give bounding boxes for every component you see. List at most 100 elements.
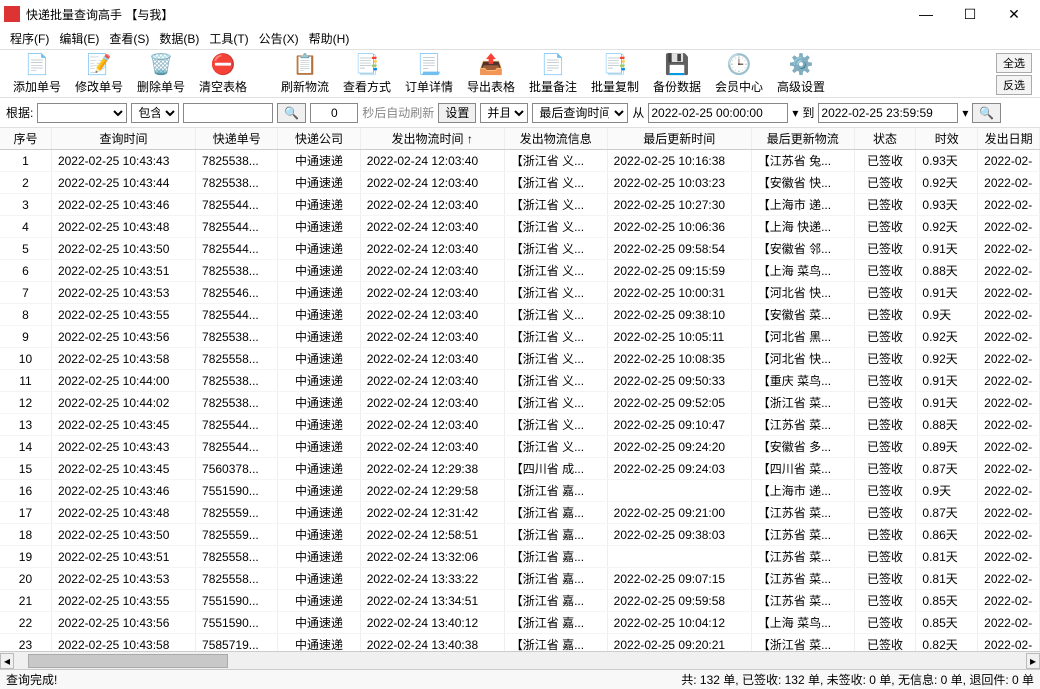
col-last-update[interactable]: 最后更新时间: [607, 128, 751, 150]
table-row[interactable]: 202022-02-25 10:43:537825558...中通速递2022-…: [0, 568, 1040, 590]
cell-send-date: 2022-02-: [978, 436, 1040, 458]
detail-button[interactable]: 📃订单详情: [398, 51, 460, 97]
table-row[interactable]: 222022-02-25 10:43:567551590...中通速递2022-…: [0, 612, 1040, 634]
filter-settings-button[interactable]: 设置: [438, 103, 476, 123]
table-row[interactable]: 62022-02-25 10:43:517825538...中通速递2022-0…: [0, 260, 1040, 282]
col-send-date[interactable]: 发出日期: [978, 128, 1040, 150]
scroll-left-icon[interactable]: ◂: [0, 653, 14, 669]
col-company[interactable]: 快递公司: [278, 128, 360, 150]
cell-duration: 0.85天: [916, 590, 978, 612]
seconds-input[interactable]: [310, 103, 358, 123]
settings-button[interactable]: ⚙️高级设置: [770, 51, 832, 97]
cell-track-no: 7551590...: [196, 612, 278, 634]
batchnote-button[interactable]: 📄批量备注: [522, 51, 584, 97]
table-row[interactable]: 102022-02-25 10:43:587825558...中通速递2022-…: [0, 348, 1040, 370]
member-button[interactable]: 🕒会员中心: [708, 51, 770, 97]
table-row[interactable]: 162022-02-25 10:43:467551590...中通速递2022-…: [0, 480, 1040, 502]
table-row[interactable]: 22022-02-25 10:43:447825538...中通速递2022-0…: [0, 172, 1040, 194]
table-row[interactable]: 232022-02-25 10:43:587585719...中通速递2022-…: [0, 634, 1040, 652]
cell-send-date: 2022-02-: [978, 304, 1040, 326]
date-to-input[interactable]: [818, 103, 958, 123]
clear-button[interactable]: ⛔清空表格: [192, 51, 254, 97]
calendar-icon[interactable]: ▾: [792, 106, 798, 120]
col-query-time[interactable]: 查询时间: [51, 128, 195, 150]
cell-last-logistics: 【浙江省 菜...: [751, 392, 854, 414]
table-row[interactable]: 212022-02-25 10:43:557551590...中通速递2022-…: [0, 590, 1040, 612]
note-icon: 📄: [541, 53, 565, 77]
cell-last-update: 2022-02-25 10:03:23: [607, 172, 751, 194]
export-button[interactable]: 📤导出表格: [460, 51, 522, 97]
cell-company: 中通速递: [278, 304, 360, 326]
modify-button[interactable]: 📝修改单号: [68, 51, 130, 97]
col-send-info[interactable]: 发出物流信息: [504, 128, 607, 150]
col-track-no[interactable]: 快递单号: [196, 128, 278, 150]
cell-query-time: 2022-02-25 10:43:44: [51, 172, 195, 194]
date-from-input[interactable]: [648, 103, 788, 123]
cell-duration: 0.91天: [916, 370, 978, 392]
add-button[interactable]: 📄添加单号: [6, 51, 68, 97]
table-row[interactable]: 82022-02-25 10:43:557825544...中通速递2022-0…: [0, 304, 1040, 326]
batchcopy-button[interactable]: 📑批量复制: [584, 51, 646, 97]
data-grid[interactable]: 序号 查询时间 快递单号 快递公司 发出物流时间 ↑ 发出物流信息 最后更新时间…: [0, 128, 1040, 651]
to-label: 到: [802, 104, 814, 121]
table-row[interactable]: 152022-02-25 10:43:457560378...中通速递2022-…: [0, 458, 1040, 480]
cell-query-time: 2022-02-25 10:43:45: [51, 414, 195, 436]
table-row[interactable]: 12022-02-25 10:43:437825538...中通速递2022-0…: [0, 150, 1040, 172]
col-seq[interactable]: 序号: [0, 128, 51, 150]
menu-tools[interactable]: 工具(T): [205, 28, 252, 49]
menu-program[interactable]: 程序(F): [6, 28, 53, 49]
window-title: 快递批量查询高手 【与我】: [26, 6, 904, 23]
refresh-button[interactable]: 📋刷新物流: [274, 51, 336, 97]
scroll-thumb[interactable]: [28, 654, 228, 668]
time-field-select[interactable]: 最后查询时间: [532, 103, 628, 123]
cell-send-info: 【浙江省 嘉...: [504, 590, 607, 612]
filter-input[interactable]: [183, 103, 273, 123]
maximize-button[interactable]: ☐: [948, 0, 992, 28]
close-button[interactable]: ✕: [992, 0, 1036, 28]
table-row[interactable]: 122022-02-25 10:44:027825538...中通速递2022-…: [0, 392, 1040, 414]
date-search-button[interactable]: 🔍: [972, 103, 1001, 123]
cell-company: 中通速递: [278, 568, 360, 590]
cell-query-time: 2022-02-25 10:44:00: [51, 370, 195, 392]
table-row[interactable]: 142022-02-25 10:43:437825544...中通速递2022-…: [0, 436, 1040, 458]
select-all-button[interactable]: 全选: [996, 53, 1032, 73]
cell-company: 中通速递: [278, 612, 360, 634]
table-row[interactable]: 42022-02-25 10:43:487825544...中通速递2022-0…: [0, 216, 1040, 238]
table-row[interactable]: 72022-02-25 10:43:537825546...中通速递2022-0…: [0, 282, 1040, 304]
menu-edit[interactable]: 编辑(E): [55, 28, 103, 49]
cell-send-info: 【浙江省 义...: [504, 348, 607, 370]
minimize-button[interactable]: —: [904, 0, 948, 28]
scroll-right-icon[interactable]: ▸: [1026, 653, 1040, 669]
menu-data[interactable]: 数据(B): [155, 28, 203, 49]
backup-button[interactable]: 💾备份数据: [646, 51, 708, 97]
table-row[interactable]: 112022-02-25 10:44:007825538...中通速递2022-…: [0, 370, 1040, 392]
search-button[interactable]: 🔍: [277, 103, 306, 123]
delete-button[interactable]: 🗑️删除单号: [130, 51, 192, 97]
menu-view[interactable]: 查看(S): [105, 28, 153, 49]
col-send-time[interactable]: 发出物流时间 ↑: [360, 128, 504, 150]
menu-notice[interactable]: 公告(X): [255, 28, 303, 49]
cell-last-update: 2022-02-25 09:38:10: [607, 304, 751, 326]
menu-help[interactable]: 帮助(H): [305, 28, 354, 49]
col-status[interactable]: 状态: [854, 128, 916, 150]
table-row[interactable]: 132022-02-25 10:43:457825544...中通速递2022-…: [0, 414, 1040, 436]
cell-send-date: 2022-02-: [978, 502, 1040, 524]
field-select[interactable]: [37, 103, 127, 123]
table-row[interactable]: 92022-02-25 10:43:567825538...中通速递2022-0…: [0, 326, 1040, 348]
table-row[interactable]: 172022-02-25 10:43:487825559...中通速递2022-…: [0, 502, 1040, 524]
table-row[interactable]: 192022-02-25 10:43:517825558...中通速递2022-…: [0, 546, 1040, 568]
col-duration[interactable]: 时效: [916, 128, 978, 150]
header-row[interactable]: 序号 查询时间 快递单号 快递公司 发出物流时间 ↑ 发出物流信息 最后更新时间…: [0, 128, 1040, 150]
select-inverse-button[interactable]: 反选: [996, 75, 1032, 95]
horizontal-scrollbar[interactable]: ◂ ▸: [0, 651, 1040, 669]
table-row[interactable]: 182022-02-25 10:43:507825559...中通速递2022-…: [0, 524, 1040, 546]
table-row[interactable]: 52022-02-25 10:43:507825544...中通速递2022-0…: [0, 238, 1040, 260]
table-row[interactable]: 32022-02-25 10:43:467825544...中通速递2022-0…: [0, 194, 1040, 216]
querymode-button[interactable]: 📑查看方式: [336, 51, 398, 97]
cell-last-update: [607, 546, 751, 568]
statusbar: 查询完成! 共: 132 单, 已签收: 132 单, 未签收: 0 单, 无信…: [0, 669, 1040, 689]
calendar-icon[interactable]: ▾: [962, 106, 968, 120]
and-select[interactable]: 并且: [480, 103, 528, 123]
op-select[interactable]: 包含: [131, 103, 179, 123]
col-last-logistics[interactable]: 最后更新物流: [751, 128, 854, 150]
